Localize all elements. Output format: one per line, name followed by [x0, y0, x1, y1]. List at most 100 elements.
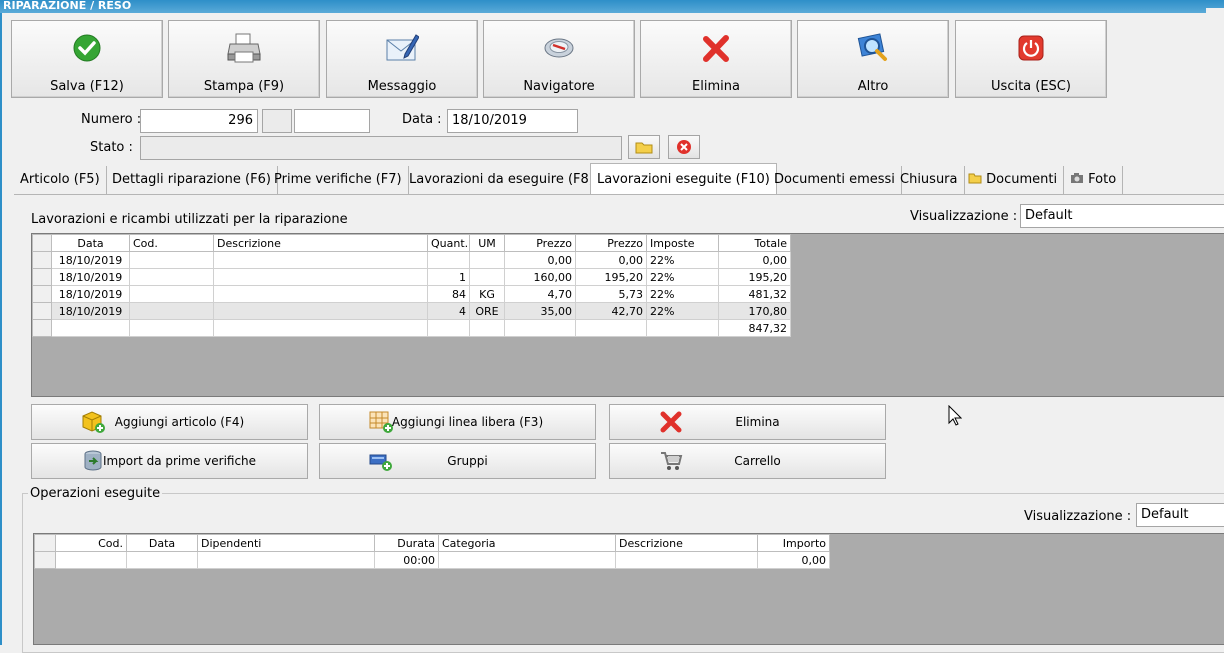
tab-prime-verifiche[interactable]: Prime verifiche (F7)	[268, 166, 409, 194]
clear-icon	[677, 140, 691, 154]
column-header[interactable]: Data	[51, 234, 130, 252]
exit-button[interactable]: Uscita (ESC)	[955, 20, 1107, 98]
column-header[interactable]: Imposte	[646, 234, 719, 252]
print-button[interactable]: Stampa (F9)	[168, 20, 320, 98]
delete-button[interactable]: Elimina	[640, 20, 792, 98]
column-header[interactable]: UM	[469, 234, 505, 252]
table-row[interactable]: 18/10/2019 1 160,00 195,20 22% 195,20	[32, 268, 791, 286]
operazioni-view-select[interactable]: Default	[1136, 503, 1224, 527]
numero-field[interactable]: 296	[140, 109, 258, 133]
column-header[interactable]: Descrizione	[615, 534, 758, 552]
table-row[interactable]: 18/10/2019 84 KG 4,70 5,73 22% 481,32	[32, 285, 791, 303]
tab-documenti-emessi[interactable]: Documenti emessi	[768, 166, 902, 194]
cell-data[interactable]	[126, 551, 198, 569]
tab-chiusura[interactable]: Chiusura	[894, 166, 965, 194]
cell-prezzo[interactable]: 160,00	[504, 268, 576, 286]
cell-descrizione[interactable]	[213, 251, 428, 269]
column-header[interactable]: Totale	[718, 234, 791, 252]
add-free-line-button[interactable]: Aggiungi linea libera (F3)	[319, 404, 596, 440]
stato-clear-button[interactable]	[668, 135, 700, 159]
cell-prezzo-ivato[interactable]: 195,20	[575, 268, 647, 286]
cell-imposte[interactable]: 22%	[646, 251, 719, 269]
cell-durata[interactable]: 00:00	[374, 551, 439, 569]
cell-um[interactable]	[469, 251, 505, 269]
numero-suffix-button[interactable]	[262, 109, 292, 133]
column-header[interactable]: Descrizione	[213, 234, 428, 252]
tab-documenti[interactable]: Documenti	[962, 166, 1065, 194]
cell-um[interactable]	[469, 268, 505, 286]
cell-cod[interactable]	[129, 268, 214, 286]
column-header[interactable]: Quant.	[427, 234, 470, 252]
groups-button[interactable]: Gruppi	[319, 443, 596, 479]
navigator-button[interactable]: Navigatore	[483, 20, 635, 98]
message-button[interactable]: Messaggio	[326, 20, 478, 98]
cell-descrizione[interactable]	[213, 302, 428, 320]
more-button[interactable]: Altro	[797, 20, 949, 98]
stato-field[interactable]	[140, 136, 622, 160]
cell-prezzo-ivato[interactable]: 5,73	[575, 285, 647, 303]
column-header[interactable]: Durata	[374, 534, 439, 552]
cell-prezzo-ivato[interactable]: 42,70	[575, 302, 647, 320]
cell-totale[interactable]: 0,00	[718, 251, 791, 269]
stato-browse-button[interactable]	[628, 135, 660, 159]
column-header[interactable]: Categoria	[438, 534, 616, 552]
cell-data[interactable]: 18/10/2019	[51, 285, 130, 303]
cell-imposte[interactable]: 22%	[646, 268, 719, 286]
column-header[interactable]: Cod.	[129, 234, 214, 252]
add-article-button[interactable]: Aggiungi articolo (F4)	[31, 404, 308, 440]
table-row[interactable]: 00:00 0,00	[34, 551, 830, 569]
lavorazioni-view-select[interactable]: Default	[1020, 204, 1224, 228]
cell-quant[interactable]: 84	[427, 285, 470, 303]
cell-cod[interactable]	[129, 302, 214, 320]
tab-lavorazioni-eseguite[interactable]: Lavorazioni eseguite (F10)	[590, 163, 777, 194]
cell-descrizione[interactable]	[213, 268, 428, 286]
data-field[interactable]: 18/10/2019	[447, 109, 578, 133]
cell-totale[interactable]: 170,80	[718, 302, 791, 320]
cell-importo[interactable]: 0,00	[757, 551, 830, 569]
printer-icon	[227, 33, 261, 63]
column-header[interactable]: Cod.	[55, 534, 127, 552]
cell-um[interactable]: ORE	[469, 302, 505, 320]
cell-data[interactable]: 18/10/2019	[51, 302, 130, 320]
table-row-selected[interactable]: 18/10/2019 4 ORE 35,00 42,70 22% 170,80	[32, 302, 791, 320]
numero-label: Numero :	[81, 112, 142, 127]
import-verifiche-button[interactable]: Import da prime verifiche	[31, 443, 308, 479]
cell-data[interactable]: 18/10/2019	[51, 251, 130, 269]
delete-line-button[interactable]: Elimina	[609, 404, 886, 440]
cell-descrizione[interactable]	[213, 285, 428, 303]
cell-categoria[interactable]	[438, 551, 616, 569]
cell-cod[interactable]	[129, 251, 214, 269]
cell-descrizione[interactable]	[615, 551, 758, 569]
save-button[interactable]: Salva (F12)	[11, 20, 163, 98]
cell-prezzo-ivato[interactable]: 0,00	[575, 251, 647, 269]
cell-quant[interactable]: 1	[427, 268, 470, 286]
cell-dipendenti[interactable]	[197, 551, 375, 569]
cell-imposte[interactable]: 22%	[646, 285, 719, 303]
column-header[interactable]: Prezzo	[504, 234, 576, 252]
cell-totale[interactable]: 195,20	[718, 268, 791, 286]
cell-quant[interactable]	[427, 251, 470, 269]
cell-prezzo[interactable]: 35,00	[504, 302, 576, 320]
numero-extra-field[interactable]	[294, 109, 370, 133]
column-header[interactable]: Dipendenti	[197, 534, 375, 552]
cell-cod[interactable]	[55, 551, 127, 569]
cell-um[interactable]: KG	[469, 285, 505, 303]
folder-icon	[968, 173, 982, 184]
tab-articolo[interactable]: Articolo (F5)	[14, 166, 107, 194]
cell-prezzo[interactable]: 4,70	[504, 285, 576, 303]
cell-totale[interactable]: 481,32	[718, 285, 791, 303]
cell-imposte[interactable]: 22%	[646, 302, 719, 320]
cart-button[interactable]: Carrello	[609, 443, 886, 479]
column-header[interactable]: Prezzo	[575, 234, 647, 252]
column-header[interactable]: Data	[126, 534, 198, 552]
table-row[interactable]: 18/10/2019 0,00 0,00 22% 0,00	[32, 251, 791, 269]
cell-cod[interactable]	[129, 285, 214, 303]
cell-data[interactable]: 18/10/2019	[51, 268, 130, 286]
cell-empty	[129, 319, 214, 337]
column-header[interactable]: Importo	[757, 534, 830, 552]
tab-lavorazioni-da-eseguire[interactable]: Lavorazioni da eseguire (F8)	[403, 166, 601, 194]
cell-prezzo[interactable]: 0,00	[504, 251, 576, 269]
cell-quant[interactable]: 4	[427, 302, 470, 320]
tab-dettagli-riparazione[interactable]: Dettagli riparazione (F6)	[106, 166, 278, 194]
tab-foto[interactable]: Foto	[1064, 166, 1124, 194]
